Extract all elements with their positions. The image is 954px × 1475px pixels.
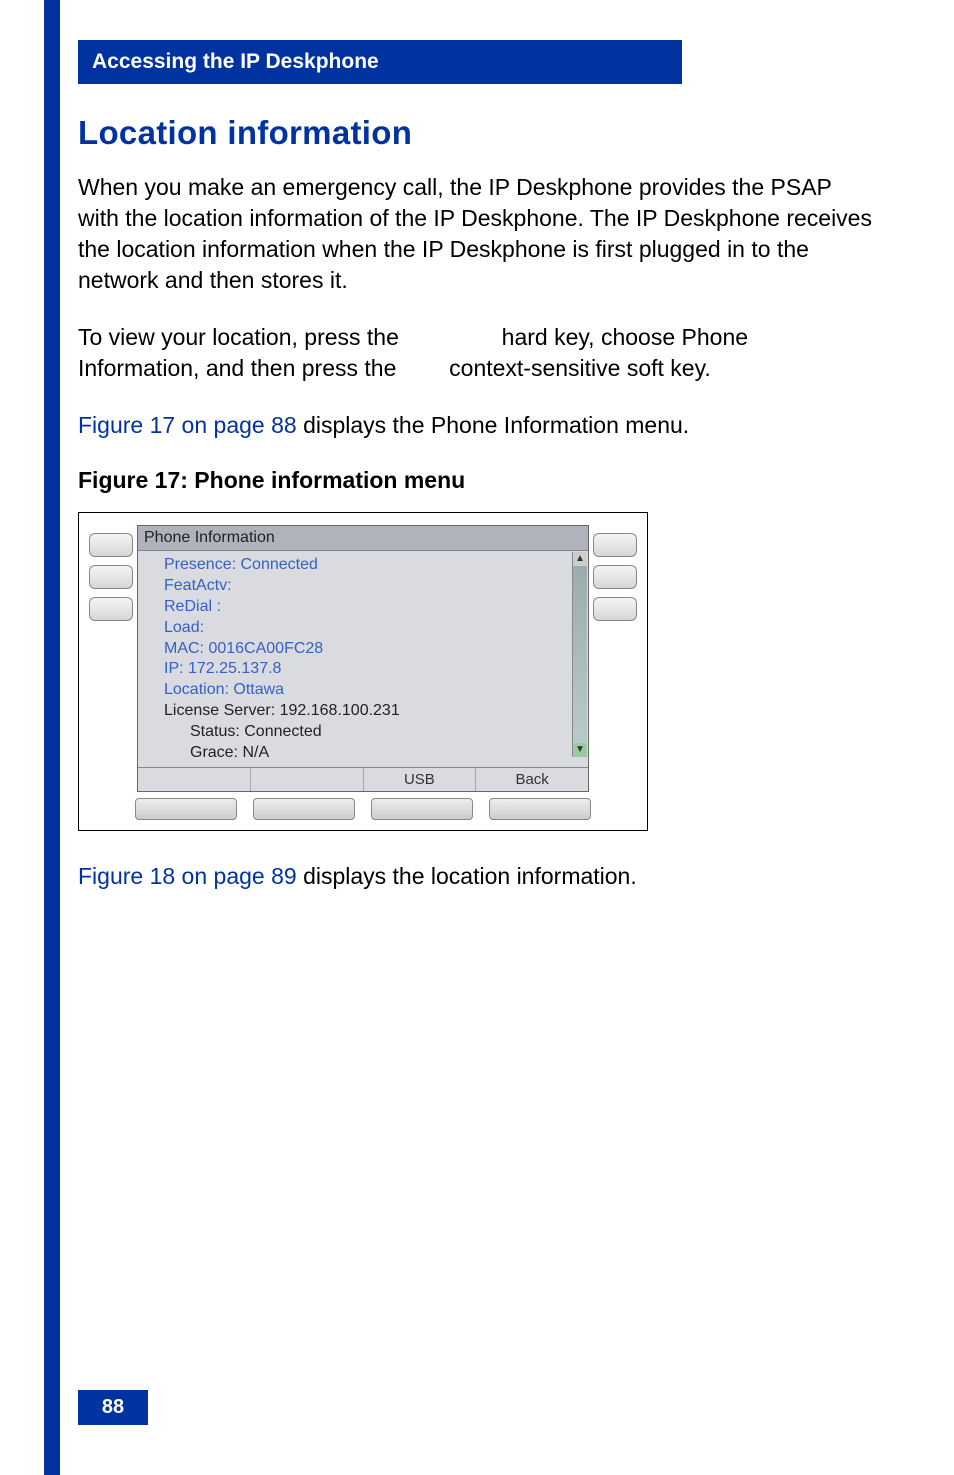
info-line: Load:: [164, 618, 562, 639]
paragraph-3: Figure 17 on page 88 displays the Phone …: [78, 410, 874, 441]
line-key[interactable]: [89, 533, 133, 557]
phone-screen: Phone Information Presence: Connected Fe…: [137, 525, 589, 792]
para2-part3: context-sensitive soft key.: [449, 355, 711, 381]
phone-left-keys: [89, 525, 133, 792]
info-line: ReDial :: [164, 597, 562, 618]
paragraph-4: Figure 18 on page 89 displays the locati…: [78, 861, 874, 892]
breadcrumb: Accessing the IP Deskphone: [92, 50, 379, 73]
info-line: MAC: 0016CA00FC28: [164, 639, 562, 660]
header-bar: Accessing the IP Deskphone: [78, 40, 682, 84]
softkey-button[interactable]: [253, 798, 355, 820]
figure-caption: Figure 17: Phone information menu: [78, 467, 874, 494]
line-key[interactable]: [89, 597, 133, 621]
screen-body: Presence: Connected FeatActv: ReDial : L…: [138, 551, 588, 767]
info-line: Grace: N/A: [164, 743, 562, 764]
line-key[interactable]: [593, 565, 637, 589]
info-line: IP: 172.25.137.8: [164, 659, 562, 680]
page-number: 88: [78, 1390, 148, 1425]
softkey-label: Back: [475, 768, 588, 791]
softkey-button[interactable]: [371, 798, 473, 820]
phone-right-keys: [593, 525, 637, 792]
info-line: Status: Connected: [164, 722, 562, 743]
phone-frame: Phone Information Presence: Connected Fe…: [78, 512, 648, 831]
info-line: FeatActv:: [164, 576, 562, 597]
softkey-label: USB: [363, 768, 476, 791]
line-key[interactable]: [593, 533, 637, 557]
figure-18-link[interactable]: Figure 18 on page 89: [78, 863, 297, 889]
softkey-label: [250, 768, 363, 791]
section-title: Location information: [78, 114, 874, 152]
info-line: Presence: Connected: [164, 555, 562, 576]
paragraph-1: When you make an emergency call, the IP …: [78, 172, 874, 296]
info-line: Location: Ottawa: [164, 680, 562, 701]
info-line: License Server: 192.168.100.231: [164, 701, 562, 722]
softkey-button[interactable]: [135, 798, 237, 820]
para3-rest: displays the Phone Information menu.: [303, 412, 689, 438]
left-spine: [44, 0, 60, 1475]
line-key[interactable]: [593, 597, 637, 621]
softkey-label: [138, 768, 250, 791]
screen-title: Phone Information: [138, 526, 588, 551]
line-key[interactable]: [89, 565, 133, 589]
scroll-up-icon[interactable]: ▲: [573, 552, 587, 566]
para4-rest: displays the location information.: [303, 863, 637, 889]
para2-part1: To view your location, press the: [78, 324, 405, 350]
softkey-button[interactable]: [489, 798, 591, 820]
softkey-buttons: [89, 798, 637, 820]
figure-17-link[interactable]: Figure 17 on page 88: [78, 412, 297, 438]
scroll-down-icon[interactable]: ▼: [573, 743, 587, 757]
paragraph-2: To view your location, press the hard ke…: [78, 322, 874, 384]
softkey-labels: USB Back: [138, 767, 588, 791]
scrollbar[interactable]: ▲ ▼: [572, 552, 587, 757]
